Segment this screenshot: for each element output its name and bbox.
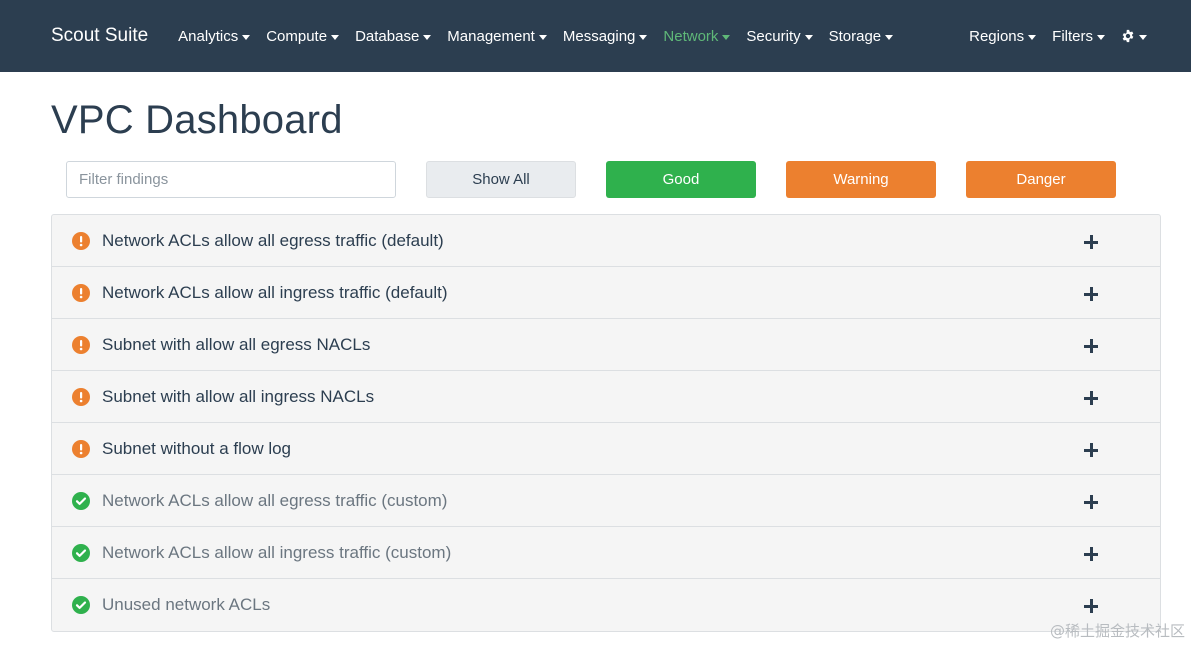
finding-label: Network ACLs allow all ingress traffic (… [102,542,452,562]
finding-label: Subnet without a flow log [102,438,292,458]
nav-security-dropdown[interactable]: Security [738,0,820,72]
check-icon [72,492,90,510]
caret-down-icon [1139,34,1147,40]
finding-row[interactable]: Network ACLs allow all ingress traffic (… [52,527,1160,579]
exclamation-icon [72,388,90,406]
finding-row[interactable]: Unused network ACLs [52,579,1160,631]
finding-label: Subnet with allow all egress NACLs [102,334,371,354]
finding-label: Subnet with allow all ingress NACLs [102,386,375,406]
exclamation-icon [72,440,90,458]
caret-down-icon [639,34,648,40]
nav-database-dropdown[interactable]: Database [347,0,439,72]
nav-analytics-dropdown[interactable]: Analytics [170,0,258,72]
finding-row[interactable]: Subnet without a flow log [52,423,1160,475]
finding-label: Network ACLs allow all egress traffic (c… [102,490,448,510]
service-menu: Analytics Compute Database Management Me… [170,0,901,72]
filter-findings-input[interactable] [66,161,396,198]
nav-management-dropdown[interactable]: Management [439,0,555,72]
plus-icon[interactable] [1084,495,1098,509]
plus-icon[interactable] [1084,391,1098,405]
caret-down-icon [423,34,432,40]
nav-filters-dropdown[interactable]: Filters [1044,0,1113,72]
nav-label: Regions [969,27,1025,45]
caret-down-icon [885,34,894,40]
findings-list: Network ACLs allow all egress traffic (d… [51,214,1161,632]
plus-icon[interactable] [1084,547,1098,561]
finding-row[interactable]: Subnet with allow all egress NACLs [52,319,1160,371]
caret-down-icon [331,34,340,40]
caret-down-icon [538,34,547,40]
nav-label: Security [746,27,801,45]
exclamation-icon [72,232,90,250]
nav-regions-dropdown[interactable]: Regions [961,0,1044,72]
plus-icon[interactable] [1084,235,1098,249]
plus-icon[interactable] [1084,287,1098,301]
plus-icon[interactable] [1084,599,1098,613]
check-icon [72,596,90,614]
watermark: @稀土掘金技术社区 [1049,622,1185,640]
nav-label: Analytics [178,27,239,45]
caret-down-icon [1097,34,1105,40]
top-navbar: Scout Suite Analytics Compute Database M… [0,0,1191,72]
caret-down-icon [1028,34,1037,40]
finding-label: Network ACLs allow all ingress traffic (… [102,282,448,302]
navbar-right: Regions Filters [961,0,1155,72]
plus-icon[interactable] [1084,443,1098,457]
exclamation-icon [72,336,90,354]
finding-row[interactable]: Network ACLs allow all egress traffic (d… [52,215,1160,267]
nav-label: Filters [1052,27,1093,45]
nav-network-dropdown[interactable]: Network [655,0,738,72]
gear-icon [1122,29,1134,43]
caret-down-icon [242,34,251,40]
finding-label: Unused network ACLs [102,595,271,614]
finding-label: Network ACLs allow all egress traffic (d… [102,230,444,250]
brand-link[interactable]: Scout Suite [51,25,148,47]
nav-label: Management [447,27,535,45]
caret-down-icon [722,34,731,40]
nav-compute-dropdown[interactable]: Compute [258,0,347,72]
warning-filter-button[interactable]: Warning [786,161,936,198]
caret-down-icon [804,34,813,40]
settings-dropdown[interactable] [1113,0,1155,72]
nav-label: Network [663,27,719,45]
nav-label: Storage [828,27,882,45]
exclamation-icon [72,284,90,302]
nav-label: Database [355,27,420,45]
plus-icon[interactable] [1084,339,1098,353]
finding-row[interactable]: Subnet with allow all ingress NACLs [52,371,1160,423]
good-filter-button[interactable]: Good [606,161,756,198]
finding-row[interactable]: Network ACLs allow all ingress traffic (… [52,267,1160,319]
nav-label: Compute [266,27,328,45]
check-icon [72,544,90,562]
nav-label: Messaging [562,27,636,45]
page-title: VPC Dashboard [51,98,343,142]
finding-row[interactable]: Network ACLs allow all egress traffic (c… [52,475,1160,527]
nav-storage-dropdown[interactable]: Storage [821,0,902,72]
show-all-button[interactable]: Show All [426,161,576,198]
nav-messaging-dropdown[interactable]: Messaging [555,0,656,72]
danger-filter-button[interactable]: Danger [966,161,1116,198]
